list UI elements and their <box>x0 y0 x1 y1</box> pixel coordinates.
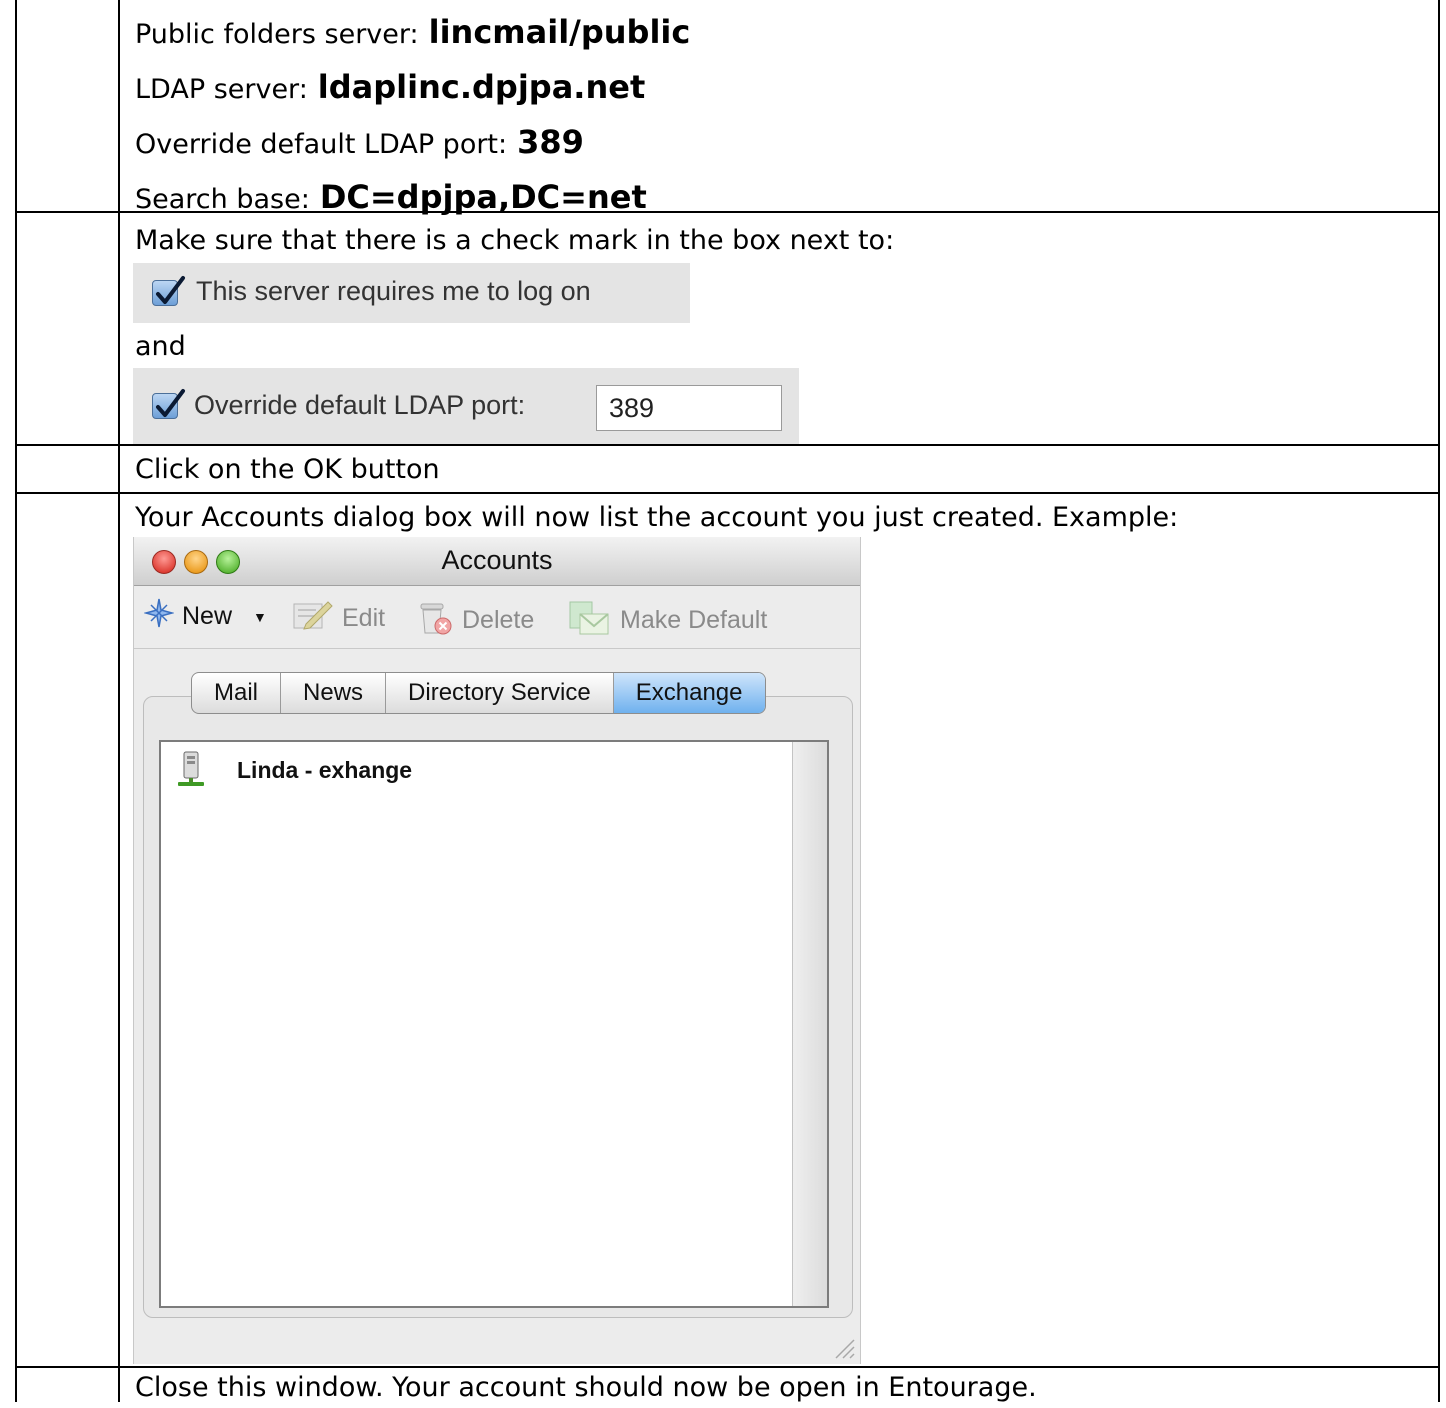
edit-label: Edit <box>342 604 386 632</box>
port-input[interactable]: 389 <box>596 385 782 431</box>
public-folders-label: Public folders server: <box>135 19 419 50</box>
logon-checkbox-snippet: This server requires me to log on <box>133 263 690 323</box>
window-title: Accounts <box>441 545 553 575</box>
checkmark-instruction: Make sure that there is a check mark in … <box>135 225 895 256</box>
port-checkbox[interactable] <box>152 389 185 419</box>
and-cell: and <box>135 325 186 369</box>
accounts-instruction: Your Accounts dialog box will now list t… <box>135 502 1179 533</box>
make-default-label: Make Default <box>620 606 768 634</box>
close-instruction: Close this window. Your account should n… <box>135 1372 1037 1403</box>
port-checkbox-snippet: Override default LDAP port: 389 <box>133 368 799 446</box>
list-item[interactable]: Linda - exhange <box>175 750 412 790</box>
ok-cell: Click on the OK button <box>135 448 440 492</box>
resize-grip-icon[interactable] <box>832 1336 856 1360</box>
account-type-tabs: Mail News Directory Service Exchange <box>191 672 766 714</box>
logon-checkbox-label: This server requires me to log on <box>196 276 591 306</box>
trash-icon <box>416 598 454 643</box>
ldap-port-line: Override default LDAP port: 389 <box>135 117 690 170</box>
edit-pencil-icon <box>292 598 334 639</box>
checkmark-icon <box>156 389 185 417</box>
edit-button[interactable]: Edit <box>292 598 385 634</box>
toolbar: New ▼ Edit Delete Make Default <box>134 586 860 649</box>
table-row-ok: Click on the OK button <box>15 444 1440 494</box>
account-name: Linda - exhange <box>237 757 413 784</box>
public-folders-line: Public folders server: lincmail/public <box>135 7 690 60</box>
tab-mail[interactable]: Mail <box>192 673 282 713</box>
checkmark-cell: Make sure that there is a check mark in … <box>135 219 894 263</box>
table-row-close: Close this window. Your account should n… <box>15 1366 1440 1406</box>
tab-directory-service[interactable]: Directory Service <box>386 673 614 713</box>
accounts-cell: Your Accounts dialog box will now list t… <box>135 496 1178 540</box>
table-row-settings: Public folders server: lincmail/public LD… <box>15 0 1440 216</box>
server-icon <box>175 750 207 794</box>
ok-instruction: Click on the OK button <box>135 454 440 485</box>
public-folders-value: lincmail/public <box>428 13 691 51</box>
delete-button[interactable]: Delete <box>416 598 535 635</box>
close-cell: Close this window. Your account should n… <box>135 1368 1037 1408</box>
make-default-button[interactable]: Make Default <box>568 598 768 635</box>
ldap-port-value: 389 <box>517 123 584 161</box>
delete-label: Delete <box>462 606 535 634</box>
ldap-server-line: LDAP server: ldaplinc.dpjpa.net <box>135 62 690 115</box>
tab-exchange[interactable]: Exchange <box>613 673 765 713</box>
make-default-icon <box>568 598 612 643</box>
new-label: New <box>182 602 233 630</box>
tab-news[interactable]: News <box>281 673 387 713</box>
settings-cell: Public folders server: lincmail/public LD… <box>135 7 690 225</box>
ldap-port-label: Override default LDAP port: <box>135 129 508 160</box>
checkmark-icon <box>156 276 185 304</box>
and-text: and <box>135 331 186 362</box>
table-row-checkmarks: Make sure that there is a check mark in … <box>15 211 1440 446</box>
list-scrollbar[interactable] <box>792 742 827 1306</box>
accounts-list[interactable]: Linda - exhange <box>159 740 829 1308</box>
ldap-server-value: ldaplinc.dpjpa.net <box>317 68 646 106</box>
logon-checkbox[interactable] <box>152 276 185 306</box>
accounts-window: Accounts New ▼ Edit Delete Make Default … <box>133 537 861 1364</box>
new-button[interactable]: New ▼ <box>143 598 267 635</box>
ldap-server-label: LDAP server: <box>135 74 308 105</box>
new-dropdown-icon[interactable]: ▼ <box>253 609 267 625</box>
title-bar: Accounts <box>134 537 860 586</box>
port-checkbox-label: Override default LDAP port: <box>194 390 526 420</box>
new-star-icon <box>143 598 175 635</box>
